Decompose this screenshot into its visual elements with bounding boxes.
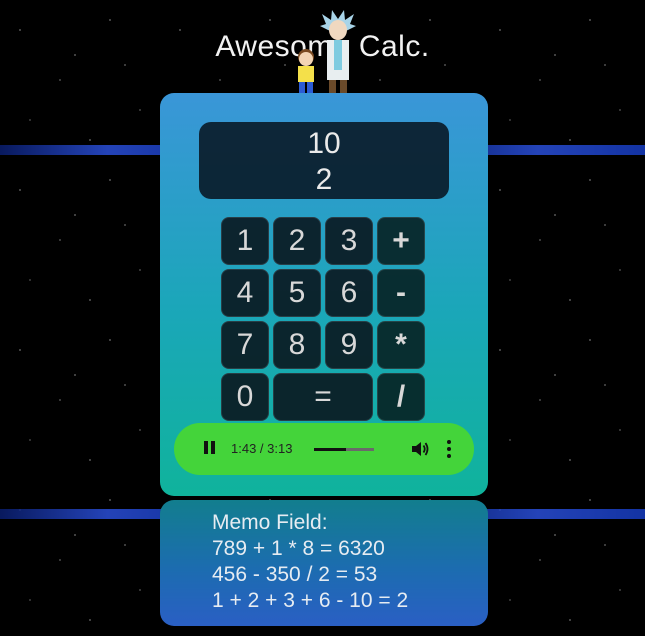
morty-figure [298,49,314,94]
key-8[interactable]: 8 [273,321,321,369]
key-4[interactable]: 4 [221,269,269,317]
memo-entry: 1 + 2 + 3 + 6 - 10 = 2 [212,589,409,612]
key-0[interactable]: 0 [221,373,269,421]
memo-entry: 456 - 350 / 2 = 53 [212,563,378,586]
seek-progress [314,448,346,451]
key-3[interactable]: 3 [325,217,373,265]
memo-label: Memo Field: [212,511,328,534]
result-display: 10 2 [199,122,449,199]
key-6[interactable]: 6 [325,269,373,317]
key-7[interactable]: 7 [221,321,269,369]
more-options-icon[interactable] [446,440,452,458]
key-1[interactable]: 1 [221,217,269,265]
display-line-2: 2 [315,163,333,196]
display-line-1: 10 [307,127,341,160]
volume-icon[interactable] [410,439,430,459]
memo-panel: Memo Field: 789 + 1 * 8 = 6320 456 - 350… [160,500,488,626]
key-equals[interactable]: = [273,373,373,421]
memo-entry: 789 + 1 * 8 = 6320 [212,537,385,560]
player-time: 1:43 / 3:13 [231,441,293,456]
key-plus[interactable]: + [377,217,425,265]
key-minus[interactable]: - [377,269,425,317]
calculator-panel: 10 2 1 2 3 + 4 5 6 - 7 8 9 * 0 = / 1:43 … [160,93,488,496]
key-2[interactable]: 2 [273,217,321,265]
key-9[interactable]: 9 [325,321,373,369]
pause-icon[interactable] [204,441,218,457]
seek-slider[interactable] [314,448,374,451]
audio-player: 1:43 / 3:13 [174,423,474,475]
key-divide[interactable]: / [377,373,425,421]
rick-figure [320,10,356,94]
key-5[interactable]: 5 [273,269,321,317]
key-multiply[interactable]: * [377,321,425,369]
